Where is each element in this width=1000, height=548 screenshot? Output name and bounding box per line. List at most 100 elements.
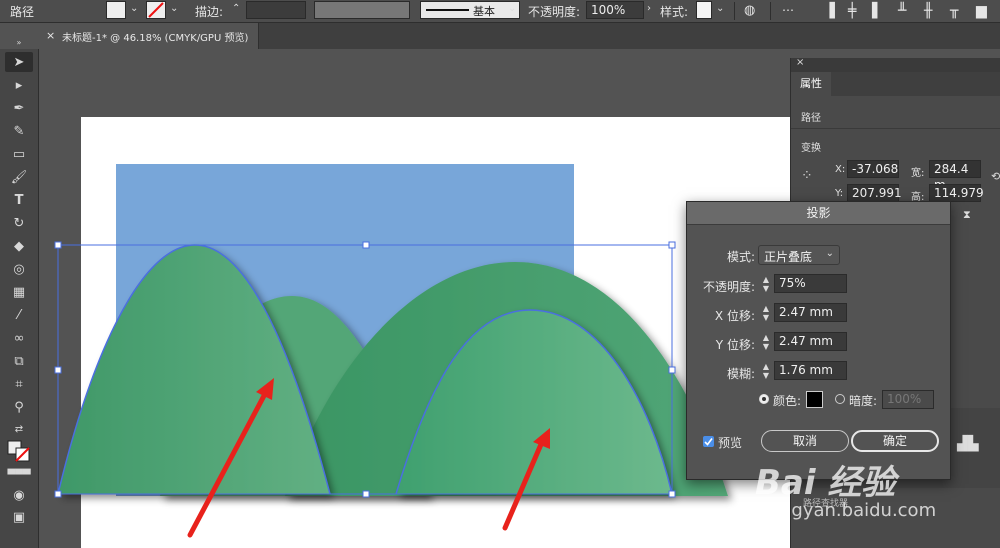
stroke-weight-input[interactable]: [246, 1, 306, 19]
blur-input[interactable]: 1.76 mm: [774, 361, 847, 380]
selection-tool-icon[interactable]: ➤: [5, 52, 33, 72]
expand-toolbar-icon[interactable]: »: [5, 37, 33, 47]
eyedropper-tool-icon[interactable]: ⁄: [5, 305, 33, 325]
tab-properties[interactable]: 属性: [791, 72, 831, 96]
chevron-down-icon: ⌄: [825, 248, 834, 259]
control-bar: 路径 ⌄ ⌄ 描边: ⌃ 基本 ⌄ 不透明度: 100% › 样式: ⌄ ◍ ⋯…: [0, 0, 1000, 23]
y-offset-stepper-icon[interactable]: ▲ ▼: [760, 333, 772, 351]
shape-builder-tool-icon[interactable]: ⧉: [5, 351, 33, 371]
opacity-input[interactable]: 100%: [586, 1, 644, 19]
swap-colors-icon[interactable]: ⇄: [5, 419, 33, 439]
brush-definition[interactable]: 基本: [420, 1, 520, 19]
baidu-watermark-url: jingyan.baidu.com: [770, 500, 937, 521]
chevron-down-icon[interactable]: ⌄: [170, 3, 178, 14]
x-offset-input[interactable]: 2.47 mm: [774, 303, 847, 322]
object-type-label: 路径: [801, 113, 821, 124]
paintbrush-tool-icon[interactable]: 🖌: [5, 167, 33, 187]
rectangle-tool-icon[interactable]: ▭: [5, 144, 33, 164]
preview-label: 预览: [718, 436, 743, 450]
no-stroke-icon: [148, 2, 164, 18]
chevron-down-icon[interactable]: ⌄: [716, 3, 724, 14]
pathfinder-icon[interactable]: ▟▙: [957, 436, 979, 452]
divider: [791, 128, 1000, 129]
align-left-icon[interactable]: ▐: [824, 3, 835, 19]
document-tab[interactable]: × 未标题-1* @ 46.18% (CMYK/GPU 预览): [38, 23, 259, 49]
x-offset-label: X 位移:: [714, 309, 755, 323]
mode-label: 模式:: [726, 250, 755, 264]
cancel-button[interactable]: 取消: [761, 430, 849, 452]
gradient-tool-icon[interactable]: ▦: [5, 282, 33, 302]
section-transform-title: 变换: [801, 143, 821, 154]
document-title: 未标题-1* @ 46.18% (CMYK/GPU 预览): [62, 33, 249, 44]
stepper-icon[interactable]: ⌃: [232, 3, 240, 14]
graphic-style-swatch[interactable]: [696, 1, 712, 19]
mode-select[interactable]: 正片叠底 ⌄: [758, 245, 840, 265]
align-top-icon[interactable]: ╨: [898, 3, 906, 19]
chevron-right-icon[interactable]: ›: [647, 3, 651, 14]
close-icon[interactable]: ×: [796, 57, 804, 68]
fill-swatch[interactable]: [106, 1, 126, 19]
type-tool-icon[interactable]: T: [5, 190, 33, 210]
darkness-radio[interactable]: [835, 394, 845, 404]
artboard-tool-icon[interactable]: ⌗: [5, 374, 33, 394]
y-offset-input[interactable]: 2.47 mm: [774, 332, 847, 351]
chevron-down-icon[interactable]: ⌄: [130, 3, 138, 14]
panel-tab-row: 属性: [791, 72, 1000, 96]
eraser-tool-icon[interactable]: ◆: [5, 236, 33, 256]
opacity-input[interactable]: 75%: [774, 274, 847, 293]
ok-button[interactable]: 确定: [851, 430, 939, 452]
reference-point-icon[interactable]: ⁘: [801, 168, 813, 184]
brush-line-icon: [426, 9, 469, 11]
x-label: X:: [835, 164, 846, 175]
color-mode-icon[interactable]: ▀▀▀: [5, 465, 33, 485]
color-label: 颜色:: [773, 394, 802, 408]
flip-icon[interactable]: ⧗: [963, 208, 971, 222]
align-center-icon[interactable]: ╪: [848, 3, 856, 19]
color-radio[interactable]: [759, 394, 769, 404]
stroke-style-label: 基本: [473, 5, 495, 18]
x-input[interactable]: -37.068: [847, 160, 899, 178]
height-input[interactable]: 114.979: [929, 184, 984, 202]
fill-stroke-swatch-icon: [7, 440, 30, 462]
pen-tool-icon[interactable]: ✒: [5, 98, 33, 118]
stroke-swatch[interactable]: [146, 1, 166, 19]
preview-checkbox[interactable]: [703, 436, 714, 447]
shadow-color-swatch[interactable]: [806, 391, 823, 408]
y-label: Y:: [835, 188, 844, 199]
divider: [734, 2, 735, 20]
selection-type-label: 路径: [10, 5, 35, 19]
tools-panel: » ➤ ▸ ✒ ✎ ▭ 🖌 T ↻ ◆ ◎ ▦ ⁄ ∞ ⧉ ⌗ ⚲ ⇄ ▀▀▀ …: [0, 38, 39, 548]
opacity-label: 不透明度:: [528, 5, 581, 19]
dialog-title: 投影: [687, 202, 950, 225]
rotate-tool-icon[interactable]: ↻: [5, 213, 33, 233]
variable-width-profile[interactable]: [314, 1, 410, 19]
checkmark-icon: [704, 438, 713, 446]
mode-value: 正片叠底: [764, 250, 813, 264]
fill-stroke-icon[interactable]: [5, 440, 33, 462]
direct-selection-tool-icon[interactable]: ▸: [5, 75, 33, 95]
opacity-stepper-icon[interactable]: ▲ ▼: [760, 275, 772, 293]
lasso-tool-icon[interactable]: ◎: [5, 259, 33, 279]
darkness-input: 100%: [882, 390, 934, 409]
curvature-tool-icon[interactable]: ✎: [5, 121, 33, 141]
zoom-tool-icon[interactable]: ⚲: [5, 397, 33, 417]
constrain-icon[interactable]: ⟲: [991, 170, 1000, 183]
close-icon[interactable]: ×: [46, 29, 55, 42]
width-input[interactable]: 284.4 m: [929, 160, 981, 192]
radio-dot: [762, 397, 766, 401]
screen-mode-icon[interactable]: ▣: [5, 507, 33, 527]
align-to-icon[interactable]: ⋯: [782, 3, 794, 17]
x-offset-stepper-icon[interactable]: ▲ ▼: [760, 304, 772, 322]
draw-mode-icon[interactable]: ◉: [5, 485, 33, 505]
align-bottom-icon[interactable]: ╥: [950, 3, 958, 19]
recolor-icon[interactable]: ◍: [744, 3, 755, 18]
y-input[interactable]: 207.991: [847, 184, 902, 202]
darkness-label: 暗度:: [849, 394, 878, 408]
blur-stepper-icon[interactable]: ▲ ▼: [760, 362, 772, 380]
distribute-icon[interactable]: ▆: [976, 3, 987, 19]
width-label: 宽:: [911, 168, 925, 179]
align-right-icon[interactable]: ▌: [872, 3, 883, 19]
chevron-down-icon[interactable]: ⌄: [508, 3, 516, 14]
align-middle-icon[interactable]: ╫: [924, 3, 932, 19]
blend-tool-icon[interactable]: ∞: [5, 328, 33, 348]
